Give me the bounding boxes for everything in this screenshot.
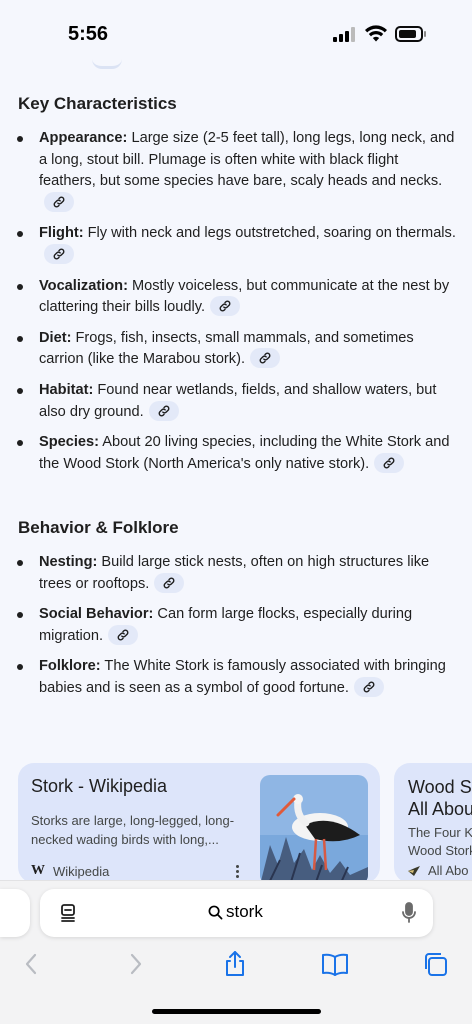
- item-term: Social Behavior:: [39, 606, 154, 623]
- key-characteristics-list: Appearance: Large size (2-5 feet tall), …: [0, 128, 472, 475]
- search-icon: [208, 905, 223, 919]
- tabs-icon[interactable]: [422, 950, 450, 978]
- source-link-button[interactable]: [250, 348, 281, 369]
- item-term: Vocalization:: [39, 277, 128, 294]
- bullet-dot: [17, 283, 23, 290]
- item-term: Flight:: [39, 225, 84, 242]
- source-link-button[interactable]: [108, 624, 139, 645]
- wifi-icon: [365, 25, 387, 42]
- card-description: The Four K Wood Stork: [408, 824, 472, 860]
- previous-tab-edge[interactable]: [0, 889, 30, 937]
- item-text: Build large stick nests, often on high s…: [39, 554, 430, 592]
- card-source: All Abo: [408, 863, 468, 878]
- source-link-button[interactable]: [44, 244, 74, 265]
- link-icon: [163, 577, 175, 589]
- card-title-line: Wood St: [408, 777, 472, 797]
- address-query-text: stork: [226, 902, 263, 921]
- source-link-button[interactable]: [353, 677, 384, 698]
- behavior-folklore-list: Nesting: Build large stick nests, often …: [0, 552, 472, 700]
- link-icon: [117, 629, 129, 641]
- item-term: Nesting:: [39, 554, 98, 570]
- source-link-button[interactable]: [374, 452, 405, 473]
- microphone-icon[interactable]: [401, 902, 417, 924]
- bullet-dot: [17, 560, 23, 566]
- item-term: Species:: [39, 434, 100, 451]
- bullet-dot: [17, 335, 23, 342]
- battery-cap: [424, 31, 426, 37]
- list-item: Appearance: Large size (2-5 feet tall), …: [0, 128, 472, 214]
- item-text: Found near wetlands, fields, and shallow…: [39, 381, 437, 420]
- card-source: W Wikipedia: [31, 863, 109, 879]
- book-icon[interactable]: [321, 950, 349, 978]
- card-description: Storks are large, long-legged, long-neck…: [31, 813, 235, 847]
- card-title: Wood St All Abou: [408, 776, 472, 820]
- share-icon[interactable]: [221, 950, 249, 978]
- link-icon: [259, 353, 271, 364]
- item-text: Frogs, fish, insects, small mammals, and…: [39, 329, 414, 368]
- list-item: Vocalization: Mostly voiceless, but comm…: [0, 276, 472, 319]
- cellular-signal-icon: [333, 26, 359, 42]
- bird-favicon-icon: [408, 865, 420, 876]
- section-heading-key-characteristics: Key Characteristics: [18, 94, 177, 113]
- status-time: 5:56: [68, 23, 109, 45]
- card-title: Stork - Wikipedia: [31, 776, 168, 796]
- card-description-line: The Four K: [408, 825, 472, 840]
- list-item: Folklore: The White Stork is famously as…: [0, 656, 472, 699]
- list-item: Flight: Fly with neck and legs outstretc…: [0, 223, 472, 266]
- link-icon: [383, 457, 395, 469]
- bullet-dot: [17, 136, 23, 142]
- bullet-dot: [17, 612, 23, 619]
- source-link-button[interactable]: [210, 296, 241, 317]
- item-text: Fly with neck and legs outstretched, soa…: [83, 225, 456, 242]
- link-icon: [219, 300, 231, 312]
- card-title-line: All Abou: [408, 799, 472, 819]
- link-icon: [53, 196, 65, 208]
- source-link-button[interactable]: [44, 191, 74, 212]
- list-item: Diet: Frogs, fish, insects, small mammal…: [0, 328, 472, 371]
- battery-icon: [395, 26, 423, 42]
- item-text: The White Stork is famously associated w…: [39, 658, 446, 696]
- item-term: Habitat:: [39, 381, 94, 398]
- item-term: Diet:: [39, 329, 72, 346]
- more-options-icon[interactable]: [236, 865, 240, 879]
- list-item: Social Behavior: Can form large flocks, …: [0, 604, 472, 647]
- source-link-button[interactable]: [148, 400, 179, 421]
- home-indicator: [152, 1009, 321, 1014]
- item-term: Folklore:: [39, 658, 101, 675]
- card-description-line: Wood Stork: [408, 843, 472, 858]
- wikipedia-favicon-icon: W: [31, 863, 45, 878]
- list-item: Habitat: Found near wetlands, fields, an…: [0, 380, 472, 423]
- card-source-name: Wikipedia: [53, 863, 110, 879]
- stork-thumbnail-image: [260, 775, 368, 883]
- list-item: Species: About 20 living species, includ…: [0, 432, 472, 475]
- link-icon: [158, 405, 170, 417]
- source-card-wikipedia[interactable]: Stork - Wikipedia Storks are large, long…: [18, 763, 380, 883]
- link-icon: [363, 681, 375, 693]
- card-source-name: All Abo: [428, 863, 469, 878]
- bullet-dot: [17, 387, 23, 394]
- address-query[interactable]: stork: [208, 902, 263, 922]
- bullet-dot: [17, 231, 23, 238]
- address-bar[interactable]: stork: [40, 889, 433, 937]
- status-bar: 5:56: [0, 0, 472, 60]
- bullet-dot: [17, 664, 23, 671]
- chevron-left-icon[interactable]: [18, 950, 46, 978]
- link-icon: [53, 248, 65, 260]
- tab-overview-icon[interactable]: [58, 903, 78, 923]
- list-item: Nesting: Build large stick nests, often …: [0, 552, 472, 595]
- source-link-button[interactable]: [154, 572, 185, 593]
- source-card-wood-stork[interactable]: Wood St All Abou The Four K Wood Stork A…: [394, 763, 472, 883]
- chevron-right-icon[interactable]: [121, 950, 149, 978]
- scroll-overlap-pill: [92, 59, 122, 69]
- bullet-dot: [17, 440, 23, 447]
- item-term: Appearance:: [39, 130, 128, 146]
- section-heading-behavior-folklore: Behavior & Folklore: [18, 518, 179, 537]
